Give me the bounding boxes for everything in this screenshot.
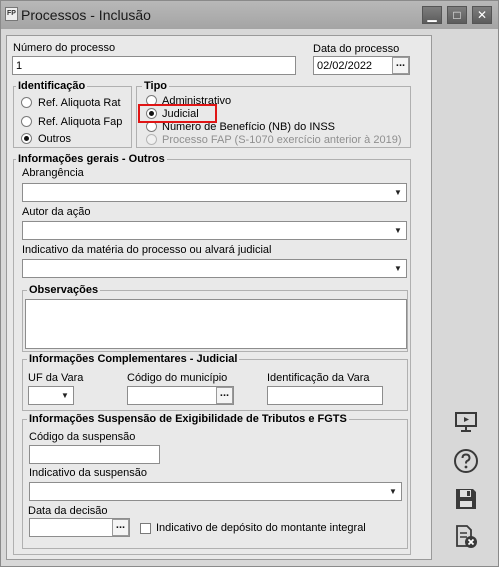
radio-ref-aliquota-rat[interactable] [21, 97, 32, 108]
codigo-suspensao-input[interactable] [29, 445, 160, 464]
deposito-montante-label: Indicativo de depósito do montante integ… [156, 522, 366, 534]
data-decisao-picker-button[interactable]: ... [112, 519, 129, 536]
abrangencia-label: Abrangência [22, 167, 84, 179]
codigo-municipio-lookup-button[interactable]: ... [216, 387, 233, 404]
informacoes-gerais-title: Informações gerais - Outros [16, 153, 167, 165]
window-title: Processos - Inclusão [21, 7, 151, 23]
chevron-down-icon[interactable]: ▼ [391, 261, 405, 276]
ref-aliquota-fap-label: Ref. Aliquota Fap [38, 116, 123, 128]
data-processo-label: Data do processo [313, 43, 400, 55]
codigo-suspensao-label: Código da suspensão [29, 431, 136, 443]
suspensao-title: Informações Suspensão de Exigibilidade d… [27, 413, 349, 425]
radio-ref-aliquota-fap[interactable] [21, 116, 32, 127]
indicativo-suspensao-label: Indicativo da suspensão [29, 467, 148, 479]
chevron-down-icon[interactable]: ▼ [391, 223, 405, 238]
observacoes-textarea[interactable] [25, 299, 407, 349]
monitor-icon[interactable] [453, 409, 479, 435]
minimize-button[interactable]: ▁ [422, 6, 442, 24]
chevron-down-icon[interactable]: ▼ [58, 388, 72, 403]
codigo-municipio-label: Código do município [127, 372, 228, 384]
numero-processo-label: Número do processo [13, 42, 116, 54]
abrangencia-select[interactable]: ▼ [22, 183, 407, 202]
judicial-highlight-box [138, 104, 217, 123]
identificacao-vara-input[interactable] [267, 386, 383, 405]
observacoes-title: Observações [27, 284, 101, 296]
identificacao-vara-label: Identificação da Vara [267, 372, 370, 384]
deposito-montante-checkbox[interactable] [140, 523, 151, 534]
autor-acao-label: Autor da ação [22, 206, 91, 218]
processo-fap-label: Processo FAP (S-1070 exercício anterior … [162, 134, 402, 146]
indicativo-materia-select[interactable]: ▼ [22, 259, 407, 278]
uf-vara-select[interactable]: ▼ [28, 386, 74, 405]
tipo-title: Tipo [142, 80, 170, 92]
form-panel: Número do processo 1 Data do processo 02… [6, 35, 432, 560]
autor-acao-select[interactable]: ▼ [22, 221, 407, 240]
app-icon: FP [5, 7, 18, 21]
complementares-title: Informações Complementares - Judicial [27, 353, 240, 365]
save-icon[interactable] [453, 486, 479, 512]
chevron-down-icon[interactable]: ▼ [391, 185, 405, 200]
radio-outros[interactable] [21, 133, 32, 144]
indicativo-suspensao-select[interactable]: ▼ [29, 482, 402, 501]
numero-processo-input[interactable]: 1 [12, 56, 296, 75]
chevron-down-icon[interactable]: ▼ [386, 484, 400, 499]
outros-label: Outros [38, 133, 72, 145]
maximize-button[interactable]: □ [447, 6, 467, 24]
data-processo-picker-button[interactable]: ... [392, 57, 409, 74]
radio-processo-fap[interactable] [146, 134, 157, 145]
uf-vara-label: UF da Vara [28, 372, 84, 384]
title-bar[interactable]: FP Processos - Inclusão ▁ □ ✕ [1, 1, 498, 29]
cancel-doc-icon[interactable] [453, 524, 479, 550]
help-icon[interactable] [453, 448, 479, 474]
main-window: FP Processos - Inclusão ▁ □ ✕ Número do … [0, 0, 499, 567]
ref-aliquota-rat-label: Ref. Aliquota Rat [38, 97, 121, 109]
indicativo-materia-label: Indicativo da matéria do processo ou alv… [22, 244, 272, 256]
data-decisao-label: Data da decisão [28, 505, 108, 517]
close-button[interactable]: ✕ [472, 6, 492, 24]
identificacao-title: Identificação [16, 80, 88, 92]
